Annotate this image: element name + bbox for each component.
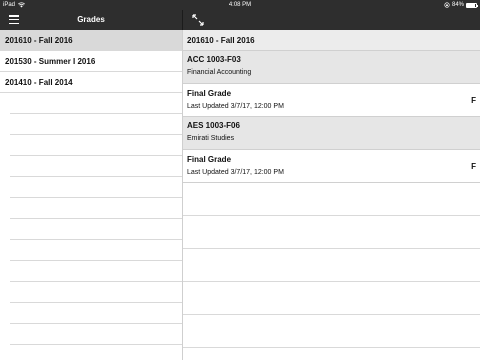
term-header-label: 201610 - Fall 2016 [187,36,255,45]
course-name: Financial Accounting [187,69,252,76]
empty-row [183,315,480,348]
status-right: 84% [444,0,478,10]
empty-row [10,303,182,324]
empty-row [183,183,480,216]
empty-row [183,249,480,282]
final-grade-row[interactable]: Final Grade Last Updated 3/7/17, 12:00 P… [183,84,480,117]
grade-value: F [471,162,476,171]
empty-row [10,114,182,135]
empty-row [10,156,182,177]
term-label: 201610 - Fall 2016 [5,36,73,45]
status-time: 4:08 PM [228,2,252,8]
term-list: 201610 - Fall 2016 201530 - Summer I 201… [0,30,182,360]
empty-row [10,219,182,240]
expand-icon[interactable] [192,14,204,26]
nav-divider [182,10,183,30]
empty-row [10,261,182,282]
battery-fill [467,3,475,7]
course-header: AES 1003-F06 Emirati Studies [183,117,480,150]
empty-row [183,216,480,249]
empty-row [183,282,480,315]
course-code: AES 1003-F06 [187,121,240,130]
course-code: ACC 1003-F03 [187,55,241,64]
course-name: Emirati Studies [187,135,235,142]
empty-row [10,135,182,156]
term-item-fall-2016[interactable]: 201610 - Fall 2016 [0,30,182,51]
term-item-fall-2014[interactable]: 201410 - Fall 2014 [0,72,182,93]
battery-icon [466,2,478,8]
term-label: 201530 - Summer I 2016 [5,57,96,66]
empty-row [10,177,182,198]
empty-row [10,324,182,345]
status-bar: iPad 4:08 PM 84% [0,0,480,10]
empty-row [10,198,182,219]
empty-row [10,240,182,261]
orientation-lock-icon [444,2,450,8]
navigation-bar: Grades [0,10,480,30]
empty-row [10,282,182,303]
final-grade-row[interactable]: Final Grade Last Updated 3/7/17, 12:00 P… [183,150,480,183]
course-header: ACC 1003-F03 Financial Accounting [183,51,480,84]
term-label: 201410 - Fall 2014 [5,78,73,87]
grade-title: Final Grade [187,89,232,98]
grade-last-updated: Last Updated 3/7/17, 12:00 PM [187,103,284,110]
grade-last-updated: Last Updated 3/7/17, 12:00 PM [187,169,284,176]
grade-title: Final Grade [187,155,232,164]
term-item-summer-2016[interactable]: 201530 - Summer I 2016 [0,51,182,72]
page-title: Grades [77,15,105,24]
battery-percent: 84% [451,2,464,8]
grade-detail-pane: 201610 - Fall 2016 ACC 1003-F03 Financia… [183,30,480,360]
nav-left-section: Grades [0,10,182,30]
empty-row [10,93,182,114]
grade-value: F [471,96,476,105]
term-section-header: 201610 - Fall 2016 [183,30,480,51]
